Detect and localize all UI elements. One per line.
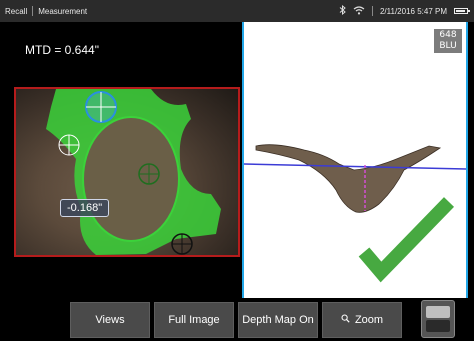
cursor-4[interactable] bbox=[171, 233, 193, 255]
battery-icon bbox=[454, 8, 470, 14]
magnifier-icon bbox=[341, 314, 350, 326]
full-image-button[interactable]: Full Image bbox=[154, 302, 234, 338]
status-separator bbox=[371, 6, 373, 16]
profile-view-panel[interactable]: 648 BLU bbox=[244, 22, 466, 301]
zoom-button[interactable]: Zoom bbox=[322, 302, 402, 338]
views-button-label: Views bbox=[95, 314, 125, 326]
bluetooth-icon bbox=[339, 4, 346, 17]
badge-number: 648 bbox=[439, 30, 457, 40]
depth-map-button-label: Depth Map On bbox=[242, 314, 314, 326]
depth-map-button[interactable]: Depth Map On bbox=[238, 302, 318, 338]
screen-label: Measurement bbox=[38, 6, 88, 16]
reference-plane-line bbox=[244, 163, 466, 170]
right-edge bbox=[466, 22, 474, 301]
status-bar: Recall Measurement 2/11/2016 5:47 PM bbox=[0, 0, 474, 22]
layout-top-icon bbox=[426, 306, 450, 318]
badge-unit: BLU bbox=[439, 41, 457, 51]
zoom-button-label: Zoom bbox=[354, 314, 384, 326]
views-button[interactable]: Views bbox=[70, 302, 150, 338]
depth-profile-graphic bbox=[244, 144, 466, 283]
image-view-panel[interactable]: MTD = 0.644" -0.168" bbox=[0, 22, 242, 301]
wifi-icon bbox=[353, 5, 365, 17]
inspection-image[interactable]: -0.168" bbox=[14, 87, 240, 257]
cursor-2[interactable] bbox=[58, 134, 80, 156]
cursor-1[interactable] bbox=[85, 91, 117, 123]
measurement-overlay bbox=[46, 89, 221, 255]
checkmark-icon bbox=[358, 197, 455, 283]
layout-bottom-icon bbox=[426, 320, 450, 332]
blu-badge: 648 BLU bbox=[434, 29, 462, 53]
mtd-readout: MTD = 0.644" bbox=[25, 43, 99, 57]
bottom-toolbar: Views Full Image Depth Map On Zoom bbox=[0, 298, 474, 341]
profile-surface bbox=[255, 144, 442, 213]
datetime: 2/11/2016 5:47 PM bbox=[379, 6, 447, 16]
depth-value-label: -0.168" bbox=[60, 199, 110, 217]
full-image-button-label: Full Image bbox=[168, 314, 220, 326]
mode-label[interactable]: Recall bbox=[0, 7, 32, 16]
status-indicators: 2/11/2016 5:47 PM bbox=[339, 0, 470, 22]
layout-toggle-button[interactable] bbox=[421, 300, 455, 338]
cursor-3[interactable] bbox=[138, 163, 160, 185]
